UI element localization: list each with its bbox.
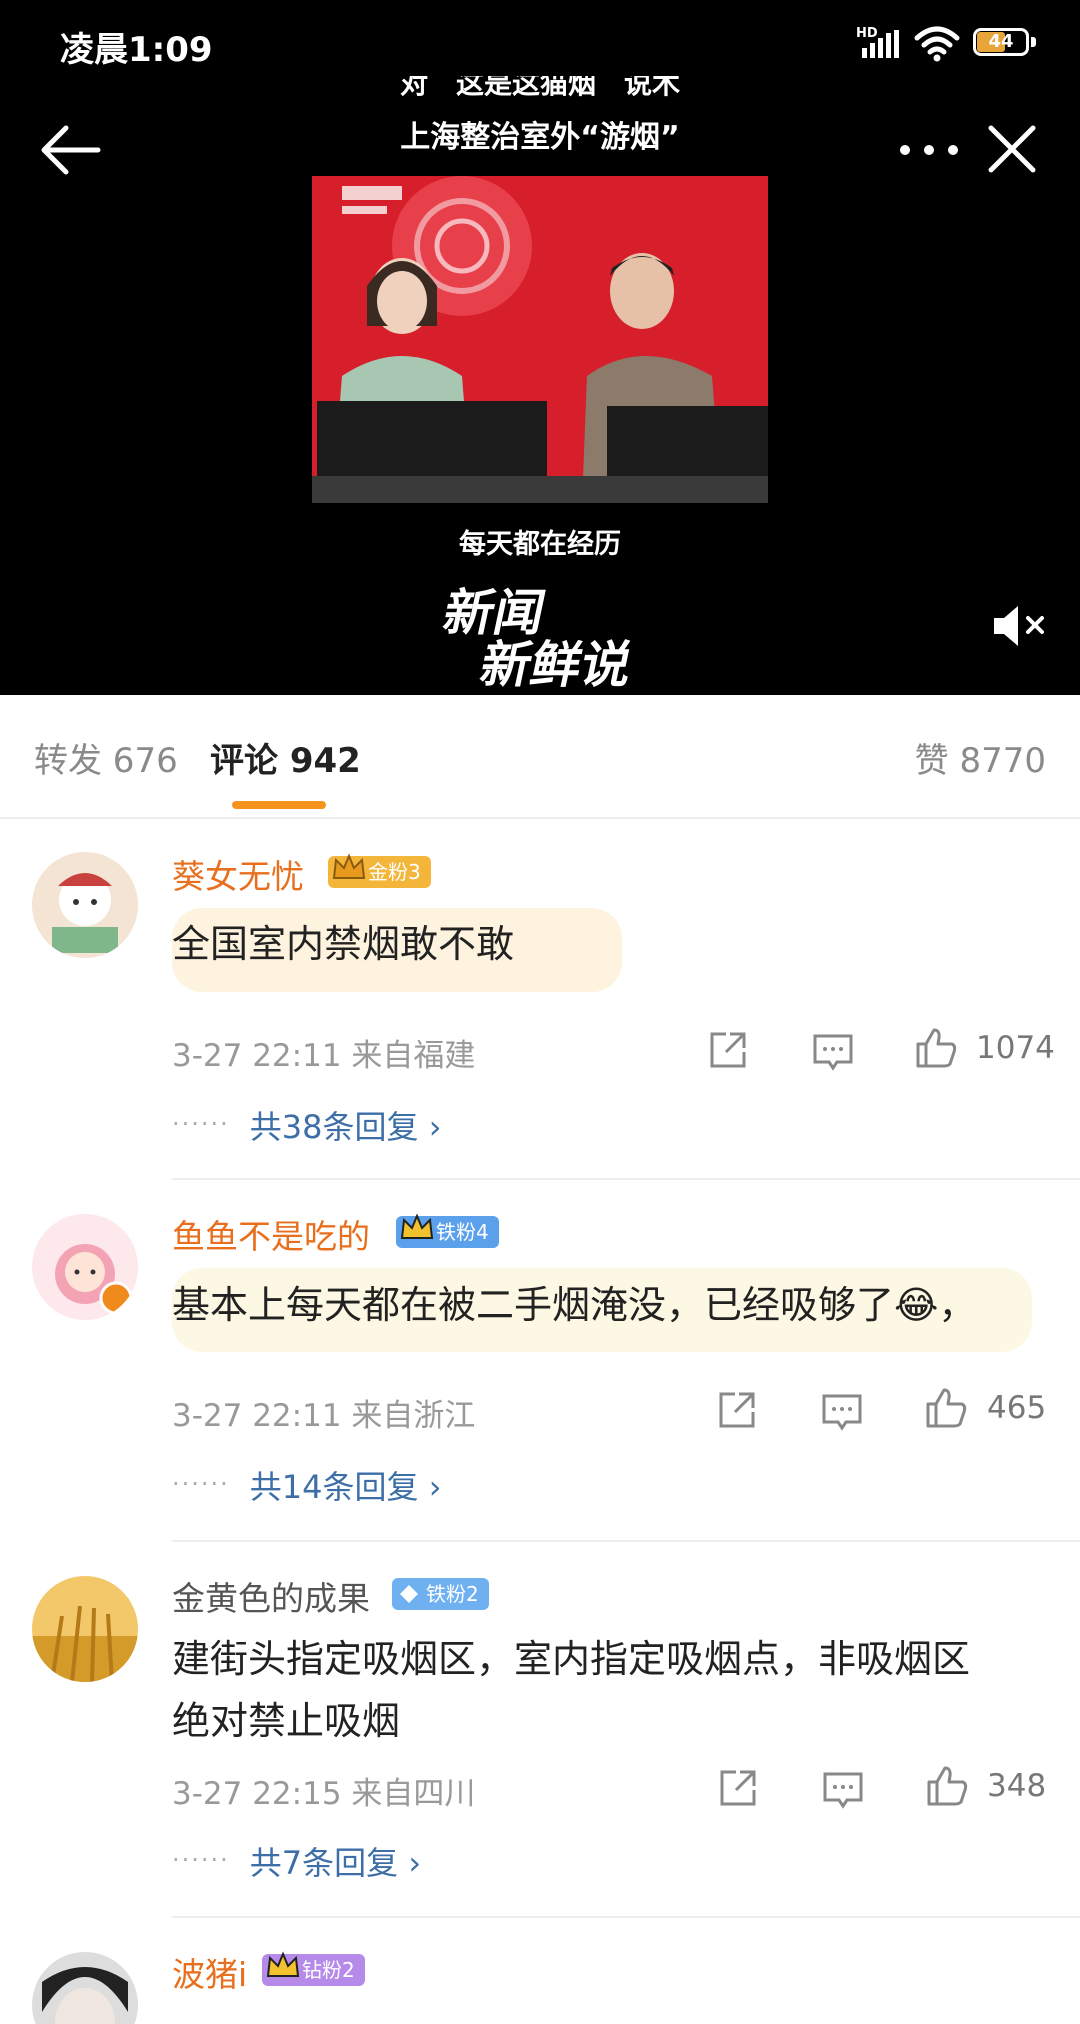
active-tab-indicator [232,801,326,809]
thumbs-up-icon[interactable] [925,1764,969,1808]
avatar[interactable] [32,1214,138,1320]
signal-icon [862,30,899,58]
wifi-icon [914,26,960,62]
share-icon[interactable] [715,1388,759,1432]
comment-icon[interactable] [821,1768,865,1812]
thumbs-up-icon[interactable] [914,1026,958,1070]
like-count: 1074 [976,1030,1055,1066]
crown-icon [266,1951,300,1977]
comment-item: 金黄色的成果 铁粉2 建街头指定吸烟区，室内指定吸烟点，非吸烟区 绝对禁止吸烟 … [0,1542,1080,1914]
fan-badge: 钻粉2 [262,1951,365,1986]
video-frame[interactable] [312,176,768,503]
comment-item: 波猪i 钻粉2 [0,1918,1080,2024]
comment-location: 来自福建 [351,1038,476,1074]
video-player[interactable]: 凌晨1:09 HD 44 对 这是这猫烟 说木 上海整治室外“游烟” 每天都在经… [0,0,1080,695]
battery-level: 44 [988,31,1014,52]
comment-text-line-1: 建街头指定吸烟区，室内指定吸烟点，非吸烟区 [172,1637,971,1681]
thumbs-up-icon[interactable] [924,1386,968,1430]
video-subtitle-previous: 对 这是这猫烟 说木 [399,76,680,98]
view-replies-link[interactable]: ······ 共14条回复 › [172,1462,441,1508]
broadcast-studio-image [312,176,768,503]
comment-text-line-2: 绝对禁止吸烟 [172,1699,401,1743]
comment-icon[interactable] [811,1030,855,1074]
comment-meta: 3-27 22:11 来自浙江 [172,1390,475,1435]
tab-comment[interactable]: 评论 942 [210,733,361,782]
battery-icon: 44 [973,28,1039,60]
mute-icon[interactable] [990,602,1048,650]
username[interactable]: 波猪i [172,1948,247,1996]
diamond-icon [400,1585,418,1603]
engagement-tabs: 转发 676 评论 942 赞 8770 [0,695,1080,819]
avatar[interactable] [32,852,138,958]
share-icon[interactable] [716,1766,760,1810]
like-count: 348 [987,1768,1047,1804]
username[interactable]: 鱼鱼不是吃的 [172,1210,370,1258]
username[interactable]: 金黄色的成果 [172,1572,370,1620]
news-show-logo: 新闻 新鲜说 [438,584,637,690]
comment-text: 全国室内禁烟敢不敢 [172,922,515,966]
comment-icon[interactable] [820,1390,864,1434]
comment-time: 3-27 22:11 [172,1038,342,1074]
svg-text:新闻: 新闻 [438,584,550,642]
crown-icon [400,1213,434,1239]
share-icon[interactable] [706,1028,750,1072]
fan-badge: 铁粉2 [392,1578,489,1610]
comment-time: 3-27 22:11 [172,1398,342,1434]
crown-icon [332,853,366,879]
comment-item: 葵女无忧 金粉3 全国室内禁烟敢不敢 3-27 22:11 来自福建 1074 … [0,820,1080,1180]
fan-badge: 铁粉4 [396,1213,499,1248]
comment-meta: 3-27 22:11 来自福建 [172,1030,475,1075]
close-icon[interactable] [985,122,1039,176]
comment-location: 来自四川 [351,1776,476,1812]
tab-like[interactable]: 赞 8770 [915,733,1046,782]
comment-item: 鱼鱼不是吃的 铁粉4 基本上每天都在被二手烟淹没，已经吸够了😂， 3-27 22… [0,1180,1080,1540]
comment-time: 3-27 22:15 [172,1776,342,1812]
comment-text: 基本上每天都在被二手烟淹没，已经吸够了😂， [172,1283,977,1327]
view-replies-link[interactable]: ······ 共38条回复 › [172,1102,441,1148]
tab-repost[interactable]: 转发 676 [34,733,178,782]
fan-badge: 金粉3 [328,853,431,888]
status-time: 凌晨1:09 [60,30,213,70]
comment-location: 来自浙江 [351,1398,476,1434]
more-options-icon[interactable] [895,130,963,170]
video-caption: 每天都在经历 [459,529,621,560]
view-replies-link[interactable]: ······ 共7条回复 › [172,1838,421,1884]
username[interactable]: 葵女无忧 [172,850,304,898]
avatar[interactable] [32,1952,138,2024]
avatar[interactable] [32,1576,138,1682]
svg-text:新鲜说: 新鲜说 [475,636,637,690]
comment-meta: 3-27 22:15 来自四川 [172,1768,475,1813]
like-count: 465 [987,1390,1047,1426]
